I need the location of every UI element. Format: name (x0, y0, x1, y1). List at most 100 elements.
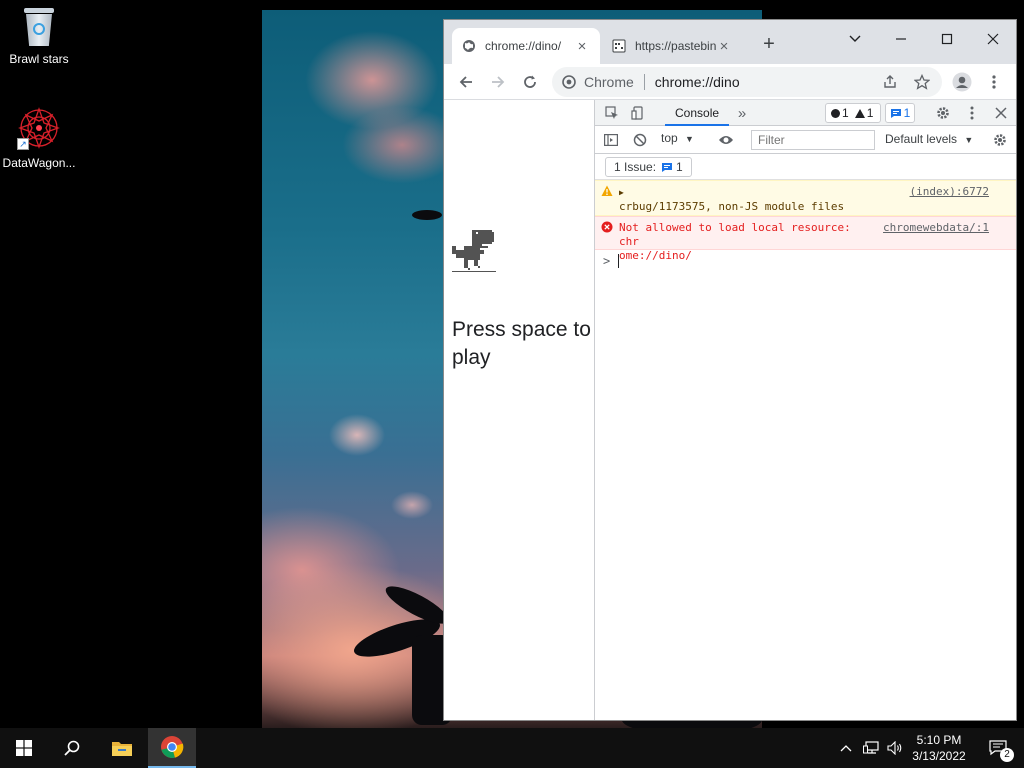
issues-bar: 1 Issue: 1 (595, 154, 1016, 180)
close-icon (987, 33, 999, 45)
tab-dino[interactable]: chrome://dino/ × (452, 28, 600, 64)
share-button[interactable] (876, 68, 904, 96)
search-button[interactable] (48, 728, 96, 768)
devtools-tab-bar: Console » 1 1 1 (595, 100, 1016, 126)
url-text: chrome://dino (654, 74, 740, 90)
clear-console-button[interactable] (629, 129, 651, 151)
error-count: 1 (842, 106, 849, 120)
new-tab-button[interactable]: + (758, 34, 780, 56)
pastebin-icon (612, 39, 626, 53)
dropdown-arrow-icon: ▼ (964, 135, 974, 145)
console-settings-button[interactable] (989, 129, 1011, 151)
t-rex-dino-icon (452, 230, 496, 272)
minimize-button[interactable] (878, 24, 924, 54)
sidebar-icon (604, 134, 618, 146)
inspect-element-button[interactable] (601, 102, 623, 124)
message-icon (890, 108, 901, 118)
devtools-settings-button[interactable] (932, 102, 954, 124)
network-icon (863, 741, 879, 754)
close-devtools-button[interactable] (990, 102, 1012, 124)
issues-label: 1 Issue: (614, 160, 657, 174)
warning-count: 1 (866, 106, 874, 120)
error-dot-icon (831, 108, 840, 118)
close-tab-icon[interactable]: × (716, 38, 732, 55)
device-toolbar-button[interactable] (627, 102, 649, 124)
taskbar: 5:10 PM 3/13/2022 2 (0, 728, 1024, 768)
warning-triangle-icon (601, 185, 613, 196)
error-circle-icon (601, 221, 613, 233)
tab-pastebin[interactable]: https://pastebin × (602, 28, 742, 64)
messages-badge[interactable]: 1 (885, 103, 915, 123)
chrome-logo-icon (161, 736, 184, 758)
show-hidden-icons-button[interactable] (836, 728, 856, 768)
maximize-icon (941, 33, 953, 45)
tab-console[interactable]: Console (665, 100, 730, 126)
chrome-logo-icon (562, 75, 576, 89)
network-button[interactable] (860, 728, 882, 768)
more-tabs-button[interactable]: » (731, 102, 753, 124)
console-warning-row[interactable]: ▶ crbug/1173575, non-JS module files dep… (595, 180, 1016, 227)
share-icon (884, 75, 896, 88)
clock-date: 3/13/2022 (912, 749, 966, 763)
action-center-button[interactable]: 2 (978, 728, 1018, 768)
close-tab-icon[interactable]: × (574, 38, 590, 55)
shortcut-arrow-icon: ↗ (17, 138, 29, 150)
chrome-window: chrome://dino/ × https://pastebin × + Ch… (444, 20, 1016, 720)
windows-logo-icon (16, 740, 32, 756)
arrow-left-icon (459, 76, 472, 88)
warning-source-link[interactable]: (index):6772 (910, 185, 989, 199)
expand-arrow-icon[interactable]: ▶ (619, 188, 624, 197)
console-error-row[interactable]: Not allowed to load local resource: chr … (595, 216, 1016, 262)
message-count: 1 (903, 106, 911, 120)
context-selector[interactable]: top ▼ (661, 131, 694, 149)
desktop-icon-brawl-stars[interactable]: Brawl stars (0, 8, 78, 66)
chevron-up-icon (840, 745, 852, 752)
folder-icon (112, 742, 132, 756)
star-icon (914, 74, 930, 90)
warning-triangle-icon (854, 108, 865, 118)
tab-search-button[interactable] (832, 24, 878, 54)
bookmark-button[interactable] (908, 68, 936, 96)
levels-label: Default levels (885, 132, 958, 146)
show-sidebar-button[interactable] (600, 129, 622, 151)
tab-title: chrome://dino/ (485, 39, 562, 53)
close-window-button[interactable] (970, 24, 1016, 54)
tab-title: https://pastebin (635, 39, 716, 53)
console-prompt-icon: > (603, 254, 611, 268)
error-source-link[interactable]: chromewebdata/:1 (883, 221, 989, 235)
block-icon (633, 133, 647, 147)
desktop-icon-datawagon[interactable]: ↗ DataWagon... (0, 106, 78, 170)
file-explorer-button[interactable] (98, 728, 146, 768)
system-clock[interactable]: 5:10 PM 3/13/2022 (904, 732, 974, 764)
recycle-bin-icon (23, 8, 55, 46)
chevron-down-icon (849, 35, 861, 42)
volume-button[interactable] (884, 728, 906, 768)
console-input-caret[interactable] (618, 254, 619, 268)
issue-counts-badge[interactable]: 1 1 (825, 103, 882, 123)
page-content[interactable]: Press space to play (444, 100, 594, 720)
speaker-icon (887, 741, 902, 755)
start-button[interactable] (0, 728, 48, 768)
mandala-app-icon: ↗ (17, 106, 61, 150)
arrow-right-icon (492, 76, 505, 88)
maximize-button[interactable] (924, 24, 970, 54)
notification-count: 2 (1000, 748, 1014, 762)
gear-icon (937, 107, 949, 119)
site-chip: Chrome (584, 74, 634, 90)
live-expression-button[interactable] (715, 129, 737, 151)
chrome-menu-button[interactable] (980, 68, 1008, 96)
filter-input[interactable] (751, 130, 875, 150)
issues-button[interactable]: 1 Issue: 1 (605, 157, 692, 177)
context-value: top (661, 131, 678, 145)
forward-button[interactable] (484, 68, 512, 96)
title-bar: chrome://dino/ × https://pastebin × + (444, 20, 1016, 64)
desktop-icon-label: Brawl stars (9, 52, 69, 66)
devtools-menu-button[interactable] (961, 102, 983, 124)
profile-button[interactable] (948, 68, 976, 96)
log-levels-dropdown[interactable]: Default levels ▼ (885, 132, 973, 146)
reload-button[interactable] (516, 68, 544, 96)
back-button[interactable] (452, 68, 480, 96)
message-icon (662, 162, 673, 172)
dropdown-arrow-icon: ▼ (685, 134, 694, 144)
chrome-taskbar-button[interactable] (148, 728, 196, 768)
